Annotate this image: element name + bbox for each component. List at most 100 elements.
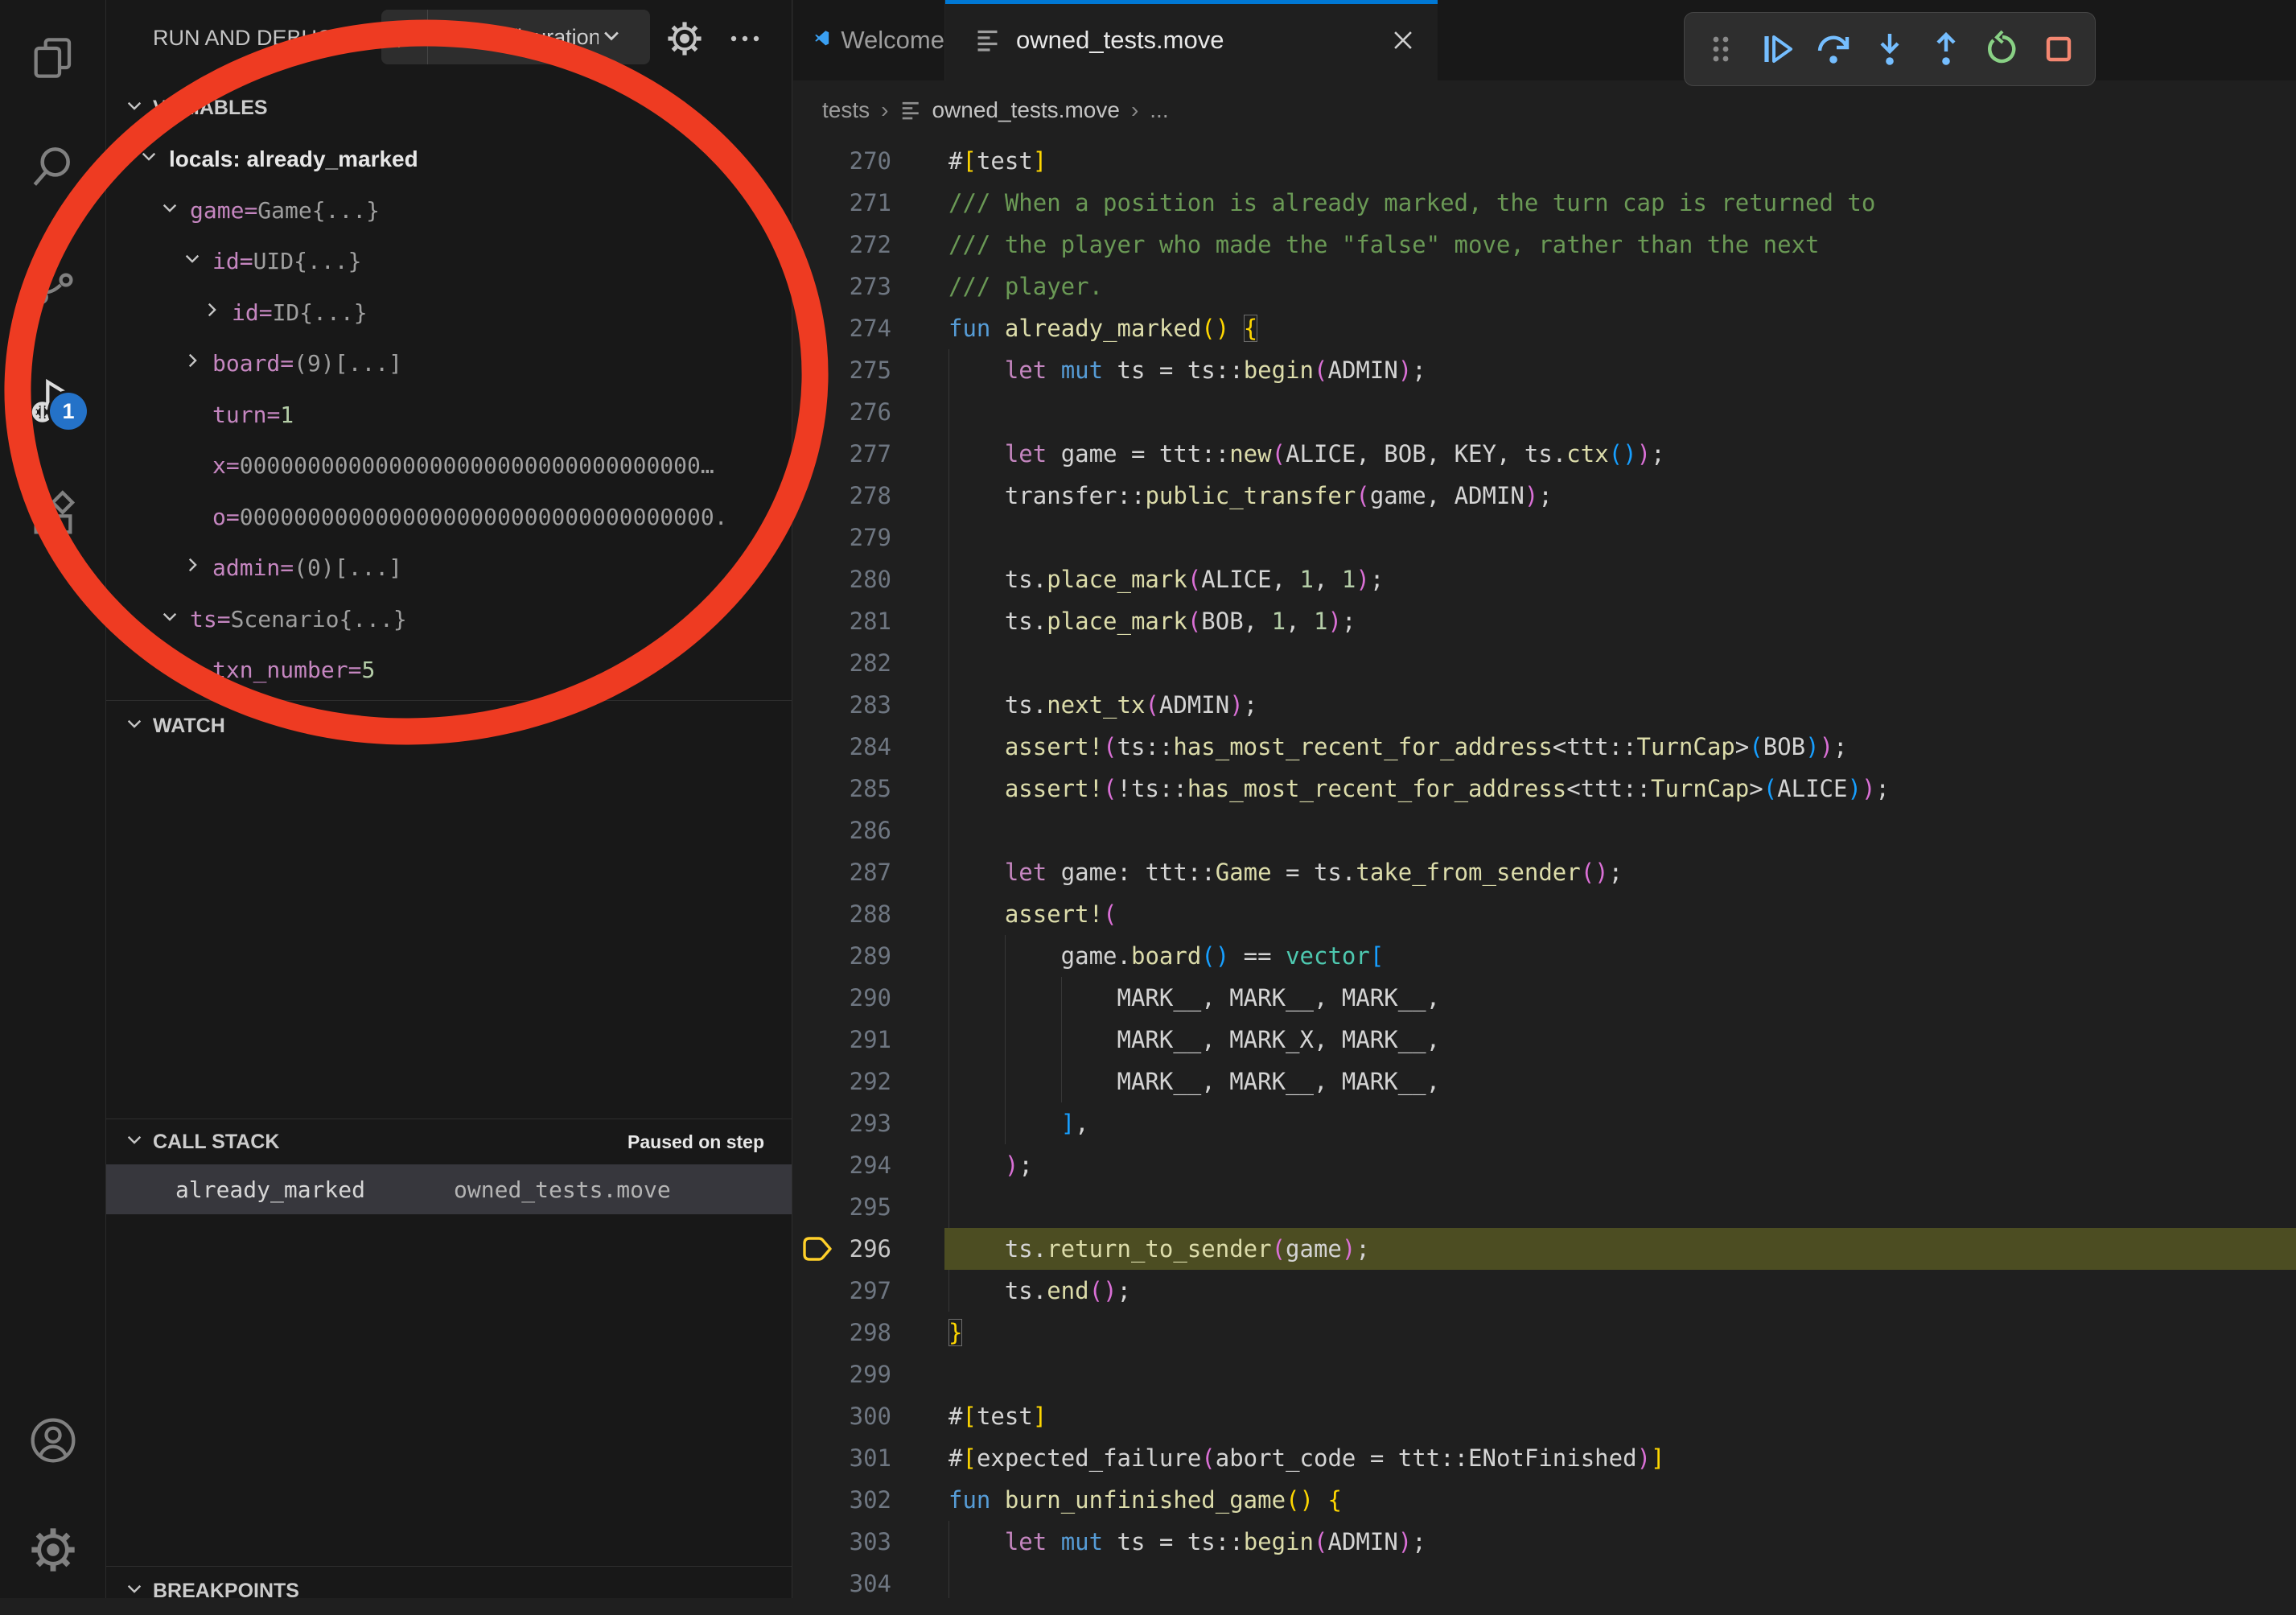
tab-owned-tests-move[interactable]: owned_tests.move xyxy=(945,0,1438,80)
variable-row[interactable]: admin = (0)[...] xyxy=(106,542,792,594)
code-line[interactable]: 298} xyxy=(793,1312,2296,1353)
code-line[interactable]: 288 assert!( xyxy=(793,893,2296,935)
chevron-right-icon[interactable] xyxy=(201,299,222,326)
code-line[interactable]: 271/// When a position is already marked… xyxy=(793,182,2296,224)
code-line[interactable]: 304 xyxy=(793,1563,2296,1605)
search-icon[interactable] xyxy=(27,142,79,193)
code-line[interactable]: 278 transfer::public_transfer(game, ADMI… xyxy=(793,475,2296,517)
current-stackframe-icon[interactable] xyxy=(793,1228,837,1270)
breakpoints-section-header[interactable]: BREAKPOINTS xyxy=(106,1567,792,1615)
launch-configuration-control[interactable]: No Configurations xyxy=(381,10,650,64)
explorer-icon[interactable] xyxy=(27,32,79,84)
variable-row[interactable]: board = (9)[...] xyxy=(106,338,792,389)
variable-row[interactable]: ts = Scenario{...} xyxy=(106,594,792,645)
variable-row[interactable]: x = 0000000000000000000000000000000000… xyxy=(106,440,792,492)
code-line[interactable]: 299 xyxy=(793,1353,2296,1395)
breakpoint-gutter[interactable] xyxy=(793,1563,837,1605)
code-line[interactable]: 283 ts.next_tx(ADMIN); xyxy=(793,684,2296,726)
breakpoint-gutter[interactable] xyxy=(793,810,837,851)
watch-section-header[interactable]: WATCH xyxy=(106,701,792,751)
start-debug-play-icon[interactable] xyxy=(381,10,428,64)
code-line[interactable]: 303 let mut ts = ts::begin(ADMIN); xyxy=(793,1521,2296,1563)
variable-row[interactable]: id = ID{...} xyxy=(106,287,792,339)
code-line[interactable]: 270#[test] xyxy=(793,140,2296,182)
code-line[interactable]: 301#[expected_failure(abort_code = ttt::… xyxy=(793,1437,2296,1479)
breadcrumb-file[interactable]: owned_tests.move xyxy=(932,97,1119,123)
restart-button[interactable] xyxy=(1981,28,2023,70)
step-into-button[interactable] xyxy=(1869,28,1911,70)
extensions-icon[interactable] xyxy=(27,489,79,541)
breakpoint-gutter[interactable] xyxy=(793,307,837,349)
breakpoint-gutter[interactable] xyxy=(793,224,837,266)
code-line[interactable]: 285 assert!(!ts::has_most_recent_for_add… xyxy=(793,768,2296,810)
breakpoint-gutter[interactable] xyxy=(793,140,837,182)
breakpoint-gutter[interactable] xyxy=(793,935,837,977)
code-line[interactable]: 291 MARK__, MARK_X, MARK__, xyxy=(793,1019,2296,1061)
chevron-down-icon[interactable] xyxy=(159,197,180,224)
code-editor[interactable]: 270#[test]271/// When a position is alre… xyxy=(793,140,2296,1598)
toolbar-gripper-icon[interactable] xyxy=(1700,28,1742,70)
call-stack-frame-row[interactable]: already_markedowned_tests.move xyxy=(106,1164,792,1214)
code-line[interactable]: 279 xyxy=(793,517,2296,558)
breakpoint-gutter[interactable] xyxy=(793,475,837,517)
breakpoint-gutter[interactable] xyxy=(793,182,837,224)
code-line[interactable]: 282 xyxy=(793,642,2296,684)
launch-config-dropdown-label[interactable]: No Configurations xyxy=(438,25,599,50)
code-line[interactable]: 274fun already_marked() { xyxy=(793,307,2296,349)
breakpoint-gutter[interactable] xyxy=(793,1102,837,1144)
code-line[interactable]: 289 game.board() == vector[ xyxy=(793,935,2296,977)
code-line[interactable]: 286 xyxy=(793,810,2296,851)
chevron-right-icon[interactable] xyxy=(182,350,203,377)
breakpoint-gutter[interactable] xyxy=(793,1312,837,1353)
breadcrumb-more[interactable]: ... xyxy=(1150,97,1168,123)
breakpoint-gutter[interactable] xyxy=(793,1270,837,1312)
variable-row[interactable]: id = UID{...} xyxy=(106,236,792,287)
settings-gear-icon[interactable] xyxy=(27,1524,79,1576)
code-line[interactable]: 280 ts.place_mark(ALICE, 1, 1); xyxy=(793,558,2296,600)
breakpoint-gutter[interactable] xyxy=(793,600,837,642)
code-line[interactable]: 302fun burn_unfinished_game() { xyxy=(793,1479,2296,1521)
variables-section-header[interactable]: VARIABLES xyxy=(106,84,792,132)
close-icon[interactable] xyxy=(1389,27,1417,54)
code-line[interactable]: 295 xyxy=(793,1186,2296,1228)
code-line[interactable]: 294 ); xyxy=(793,1144,2296,1186)
code-line[interactable]: 292 MARK__, MARK__, MARK__, xyxy=(793,1061,2296,1102)
breakpoint-gutter[interactable] xyxy=(793,684,837,726)
breakpoint-gutter[interactable] xyxy=(793,726,837,768)
code-line[interactable]: 276 xyxy=(793,391,2296,433)
variable-row[interactable]: o = 00000000000000000000000000000000000. xyxy=(106,492,792,543)
breakpoint-gutter[interactable] xyxy=(793,433,837,475)
code-line[interactable]: 277 let game = ttt::new(ALICE, BOB, KEY,… xyxy=(793,433,2296,475)
variable-row[interactable]: turn = 1 xyxy=(106,389,792,441)
breakpoint-gutter[interactable] xyxy=(793,1479,837,1521)
code-line[interactable]: 272/// the player who made the "false" m… xyxy=(793,224,2296,266)
breakpoint-gutter[interactable] xyxy=(793,768,837,810)
code-line[interactable]: 296 ts.return_to_sender(game); xyxy=(793,1228,2296,1270)
more-actions-ellipsis-icon[interactable] xyxy=(727,24,763,53)
account-icon[interactable] xyxy=(27,1415,79,1466)
code-line[interactable]: 273/// player. xyxy=(793,266,2296,307)
chevron-down-icon[interactable] xyxy=(159,606,180,632)
step-over-button[interactable] xyxy=(1813,28,1854,70)
code-line[interactable]: 300#[test] xyxy=(793,1395,2296,1437)
code-line[interactable]: 275 let mut ts = ts::begin(ADMIN); xyxy=(793,349,2296,391)
breakpoint-gutter[interactable] xyxy=(793,1019,837,1061)
step-out-button[interactable] xyxy=(1925,28,1967,70)
breakpoint-gutter[interactable] xyxy=(793,642,837,684)
code-line[interactable]: 293 ], xyxy=(793,1102,2296,1144)
breakpoint-gutter[interactable] xyxy=(793,893,837,935)
breakpoint-gutter[interactable] xyxy=(793,1437,837,1479)
breadcrumb-folder[interactable]: tests xyxy=(822,97,870,123)
code-line[interactable]: 287 let game: ttt::Game = ts.take_from_s… xyxy=(793,851,2296,893)
variable-row[interactable]: locals: already_marked xyxy=(106,134,792,185)
breakpoint-gutter[interactable] xyxy=(793,1061,837,1102)
breakpoint-gutter[interactable] xyxy=(793,1521,837,1563)
variable-row[interactable]: game = Game{...} xyxy=(106,185,792,237)
chevron-down-icon[interactable] xyxy=(182,248,203,274)
breakpoint-gutter[interactable] xyxy=(793,1186,837,1228)
breakpoint-gutter[interactable] xyxy=(793,391,837,433)
breakpoint-gutter[interactable] xyxy=(793,349,837,391)
chevron-right-icon[interactable] xyxy=(182,554,203,581)
breakpoint-gutter[interactable] xyxy=(793,1353,837,1395)
debug-settings-gear-icon[interactable] xyxy=(664,18,706,60)
